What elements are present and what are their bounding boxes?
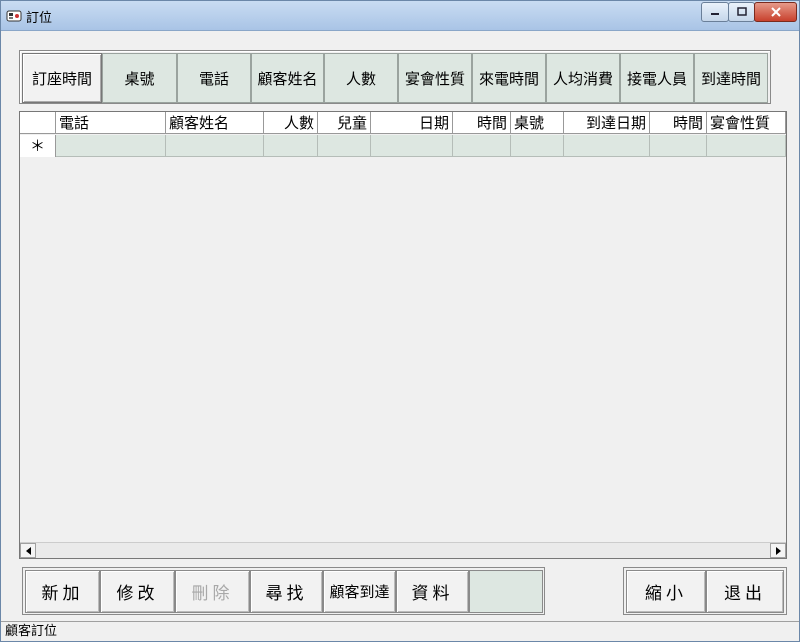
arrow-left-icon: [25, 546, 31, 555]
column-header[interactable]: 宴會性質: [707, 112, 786, 134]
grid-cell[interactable]: [166, 135, 264, 157]
minimize-icon: [711, 13, 719, 15]
minimize-button[interactable]: 縮小: [626, 570, 706, 613]
column-header[interactable]: 桌號: [511, 112, 564, 134]
column-header[interactable]: 時間: [453, 112, 511, 134]
scroll-right-button[interactable]: [770, 543, 786, 558]
close-icon: [770, 7, 781, 17]
delete-button: 刪除: [175, 570, 250, 613]
tab-call-time[interactable]: 來電時間: [472, 53, 546, 103]
grid-cell[interactable]: [707, 135, 786, 157]
column-header[interactable]: 兒童: [318, 112, 371, 134]
empty-button-slot: [469, 570, 543, 613]
data-button[interactable]: 資料: [396, 570, 469, 613]
status-text: 顧客訂位: [5, 624, 58, 639]
tab-arrival-time[interactable]: 到達時間: [694, 53, 768, 103]
column-header[interactable]: 電話: [56, 112, 166, 134]
grid-cell[interactable]: [264, 135, 318, 157]
status-bar: 顧客訂位: [1, 621, 799, 641]
sort-tab-panel: 訂座時間 桌號 電話 顧客姓名 人數 宴會性質 來電時間 人均消費 接電人員 到…: [19, 50, 771, 104]
phone-app-icon: [6, 10, 22, 22]
close-window-button[interactable]: [754, 2, 797, 22]
reservation-grid[interactable]: 電話 顧客姓名 人數 兒童 日期 時間 桌號 到達日期 時間 宴會性質 ＊: [19, 111, 787, 559]
column-header[interactable]: 人數: [264, 112, 318, 134]
grid-cell[interactable]: [318, 135, 371, 157]
column-header[interactable]: 日期: [371, 112, 453, 134]
edit-button[interactable]: 修改: [100, 570, 175, 613]
tab-label: 顧客姓名: [257, 69, 318, 88]
tab-label: 電話: [198, 69, 229, 88]
tab-table-number[interactable]: 桌號: [102, 53, 177, 103]
grid-cell[interactable]: [453, 135, 511, 157]
new-record-row[interactable]: ＊: [20, 135, 786, 157]
column-header[interactable]: 到達日期: [564, 112, 650, 134]
tab-label: 接電人員: [626, 69, 687, 88]
tab-phone[interactable]: 電話: [177, 53, 251, 103]
window-title: 訂位: [26, 11, 53, 26]
grid-header: 電話 顧客姓名 人數 兒童 日期 時間 桌號 到達日期 時間 宴會性質: [20, 112, 786, 134]
minimize-window-button[interactable]: [701, 2, 729, 22]
tab-avg-spend[interactable]: 人均消費: [546, 53, 620, 103]
grid-cell[interactable]: [511, 135, 564, 157]
app-window: 訂位 訂座時間 桌號 電話 顧客姓名 人數 宴會性質 來電時間 人均消費 接電人…: [0, 0, 800, 642]
arrow-right-icon: [775, 546, 781, 555]
grid-cell[interactable]: [56, 135, 166, 157]
maximize-window-button[interactable]: [728, 2, 755, 22]
grid-cell[interactable]: [650, 135, 707, 157]
tab-customer-name[interactable]: 顧客姓名: [251, 53, 324, 103]
action-button-panel: 新加 修改 刪除 尋找 顧客到達 資料: [22, 567, 545, 615]
horizontal-scrollbar[interactable]: [20, 542, 786, 558]
tab-party-size[interactable]: 人數: [324, 53, 398, 103]
tab-banquet-type[interactable]: 宴會性質: [398, 53, 472, 103]
exit-button[interactable]: 退出: [706, 570, 784, 613]
title-bar[interactable]: 訂位: [1, 1, 799, 31]
grid-cell[interactable]: [564, 135, 650, 157]
column-header[interactable]: 時間: [650, 112, 707, 134]
tab-call-taker[interactable]: 接電人員: [620, 53, 694, 103]
tab-label: 來電時間: [478, 69, 539, 88]
search-button[interactable]: 尋找: [250, 570, 323, 613]
tab-label: 人數: [345, 69, 376, 88]
tab-label: 人均消費: [552, 69, 613, 88]
tab-label: 宴會性質: [404, 69, 465, 88]
grid-cell[interactable]: [371, 135, 453, 157]
add-button[interactable]: 新加: [25, 570, 100, 613]
tab-label: 到達時間: [700, 69, 761, 88]
column-header[interactable]: 顧客姓名: [166, 112, 264, 134]
row-selector-header: [20, 112, 56, 134]
tab-label: 訂座時間: [31, 69, 92, 88]
maximize-icon: [736, 7, 747, 16]
new-row-marker: ＊: [20, 135, 56, 157]
tab-label: 桌號: [124, 69, 155, 88]
window-button-panel: 縮小 退出: [623, 567, 787, 615]
scroll-left-button[interactable]: [20, 543, 36, 558]
tab-reservation-time[interactable]: 訂座時間: [22, 53, 102, 103]
customer-arrive-button[interactable]: 顧客到達: [323, 570, 396, 613]
